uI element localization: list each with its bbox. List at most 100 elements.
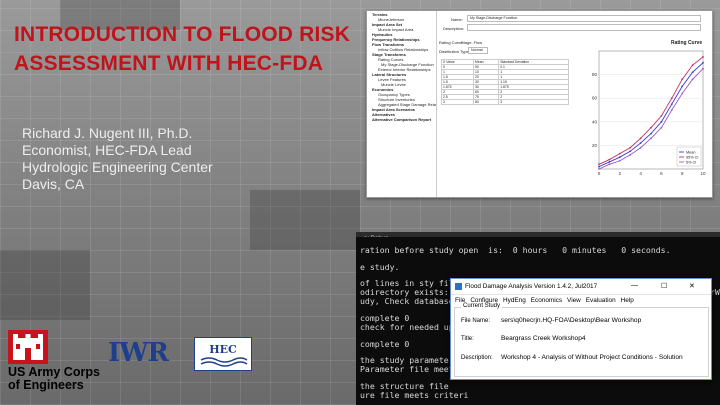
table-cell[interactable]: 80 (473, 99, 500, 105)
data-point (660, 120, 663, 123)
data-point (691, 78, 694, 81)
author-name: Richard J. Nugent III, Ph.D. (22, 125, 193, 141)
minimize-icon[interactable]: — (631, 282, 638, 289)
description-label: Description: (443, 26, 465, 31)
x-tick-label: 10 (700, 171, 706, 176)
data-point (650, 126, 652, 129)
data-point (650, 132, 652, 135)
tree-item[interactable]: Alternative Comparison Report (372, 117, 436, 122)
y-tick-label: 20 (592, 143, 598, 148)
file-name-label: File Name: (461, 318, 491, 324)
author-org: Hydrologic Engineering Center (22, 159, 213, 175)
name-input[interactable]: My Stage-Discharge Function (467, 15, 701, 22)
data-point (618, 152, 621, 155)
author-block: Richard J. Nugent III, Ph.D. Economist, … (22, 125, 352, 193)
rating-curve-chart: 80 60 40 20 0 2 4 6 8 10 Mean95% CI5% CI (592, 50, 706, 176)
x-tick-label: 0 (598, 171, 601, 176)
hec-logo: HEC (194, 337, 252, 371)
table-cell[interactable]: 3 (498, 99, 569, 105)
menu-item-view[interactable]: View (567, 297, 581, 304)
svg-text:HEC: HEC (209, 343, 237, 356)
data-point (660, 115, 663, 117)
study-title-value: Beargrass Creek Workshop4 (501, 335, 586, 342)
data-point (608, 163, 611, 166)
console-line: ration before study open is: 0 hours 0 m… (360, 245, 671, 255)
y-tick-label: 60 (592, 96, 598, 101)
data-point (681, 92, 684, 95)
current-study-group: Current Study File Name: sers\q0hecrjn.H… (454, 303, 709, 377)
distribution-label: Distribution Type: (439, 49, 470, 54)
study-description-value: Workshop 4 - Analysis of Without Project… (501, 354, 683, 361)
data-point (681, 78, 684, 81)
data-point (650, 137, 652, 140)
data-point (639, 137, 642, 140)
table-row[interactable]: 3 80 3 (440, 99, 569, 105)
slide-title: INTRODUCTION TO FLOOD RISK ASSESSMENT WI… (14, 23, 351, 75)
author-role: Economist, HEC-FDA Lead (22, 142, 192, 158)
description-input[interactable] (467, 24, 701, 31)
usace-wordmark: US Army Corps of Engineers (8, 365, 100, 392)
dialog-title: Flood Damage Analysis Version 1.4.2, Jul… (465, 283, 598, 290)
data-point (598, 165, 600, 168)
legend-entry: 5% CI (686, 161, 696, 165)
data-point (629, 146, 632, 149)
console-line: ure file meets criteri (360, 390, 469, 400)
data-point (702, 61, 704, 64)
current-study-label: Current Study (461, 303, 503, 309)
castle-icon (13, 334, 43, 360)
x-tick-label: 6 (660, 171, 663, 176)
legend-entry: Mean (686, 151, 696, 155)
menu-item-evaluation[interactable]: Evaluation (586, 297, 616, 304)
data-point (639, 146, 642, 149)
rating-curve-value: Stage, Flow (461, 40, 483, 45)
data-point (670, 109, 673, 111)
data-point (629, 153, 632, 156)
usace-castle-logo (8, 330, 48, 364)
file-name-value: sers\q0hecrjn.HQ-FOA\Desktop\Bear Worksh… (501, 317, 642, 324)
data-point (639, 142, 642, 144)
app-icon (455, 283, 462, 290)
y-tick-label: 80 (592, 72, 598, 77)
rating-curve-label: Rating Curve: (439, 40, 464, 45)
data-point (702, 56, 704, 58)
data-point (691, 71, 694, 74)
distribution-select[interactable]: Normal (468, 47, 488, 54)
x-tick-label: 4 (639, 171, 642, 176)
x-tick-label: 2 (619, 171, 622, 176)
name-label: Name: (451, 17, 463, 22)
y-tick-label: 40 (592, 119, 598, 124)
table-cell[interactable]: 3 (440, 99, 475, 105)
console-line: e study. (360, 262, 400, 272)
author-location: Davis, CA (22, 176, 85, 192)
menu-item-hydeng[interactable]: HydEng (503, 297, 526, 304)
data-point (598, 168, 600, 170)
data-point (702, 67, 704, 70)
dialog-titlebar[interactable]: Flood Damage Analysis Version 1.4.2, Jul… (451, 279, 711, 295)
legend-entry: 95% CI (686, 156, 698, 160)
curve-table[interactable]: X Value Mean Standard Deviation 0 50 0.1 1 10 1 1… (440, 59, 569, 105)
console-line: complete 0 (360, 339, 410, 349)
menu-item-economics[interactable]: Economics (531, 297, 562, 304)
data-point (660, 126, 663, 129)
iwr-logo: IWR (108, 338, 169, 368)
data-point (598, 163, 600, 166)
data-point (608, 158, 611, 161)
study-description-label: Description: (461, 355, 493, 361)
x-tick-label: 8 (681, 171, 684, 176)
data-point (618, 156, 621, 159)
study-title-label: Title: (461, 336, 474, 342)
data-point (618, 159, 621, 162)
menu-item-help[interactable]: Help (621, 297, 634, 304)
data-point (629, 150, 632, 153)
data-point (670, 97, 673, 100)
study-tree[interactable]: Terrains MiuneJeferson Impact Area Set Munc… (367, 11, 437, 197)
chart-title: Rating Curve (671, 40, 703, 46)
data-point (691, 64, 694, 67)
data-point (670, 103, 673, 105)
editor-pane: Name: My Stage-Discharge Function Descri… (439, 11, 712, 197)
flood-damage-dialog: Flood Damage Analysis Version 1.4.2, Jul… (450, 278, 712, 380)
data-point (681, 85, 684, 88)
data-point (608, 161, 611, 163)
close-icon[interactable]: ✕ (689, 282, 695, 290)
maximize-icon[interactable]: ☐ (661, 282, 667, 290)
